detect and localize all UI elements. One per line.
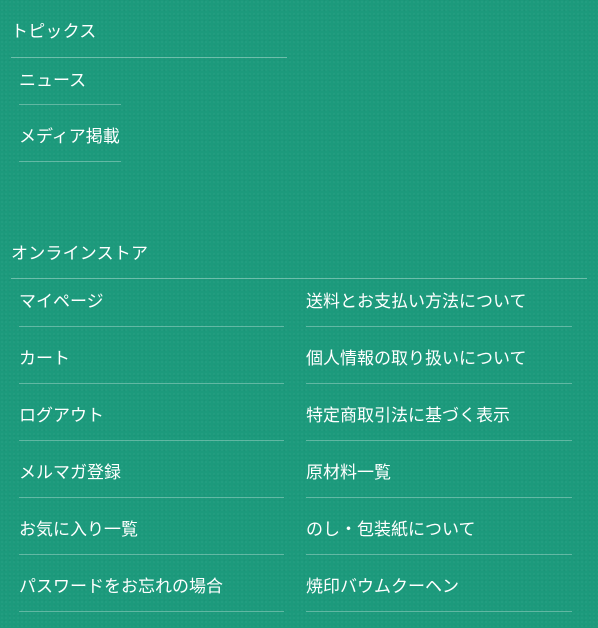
link-media[interactable]: メディア掲載 — [19, 127, 120, 147]
link-mypage[interactable]: マイページ — [19, 292, 104, 312]
link-logout-underline — [19, 440, 284, 441]
link-forgot-password[interactable]: パスワードをお忘れの場合 — [19, 577, 223, 597]
link-noshi-wrapping-underline — [306, 554, 572, 555]
link-newsletter-underline — [19, 497, 284, 498]
link-news[interactable]: ニュース — [19, 71, 86, 91]
link-newsletter[interactable]: メルマガ登録 — [19, 463, 121, 483]
link-noshi-wrapping[interactable]: のし・包装紙について — [306, 520, 476, 540]
link-privacy[interactable]: 個人情報の取り扱いについて — [306, 349, 527, 369]
link-shipping-payment-underline — [306, 326, 572, 327]
link-commercial-law[interactable]: 特定商取引法に基づく表示 — [306, 406, 510, 426]
link-cart[interactable]: カート — [19, 349, 70, 369]
link-forgot-password-underline — [19, 611, 284, 612]
link-cart-underline — [19, 383, 284, 384]
link-favorites-underline — [19, 554, 284, 555]
link-favorites[interactable]: お気に入り一覧 — [19, 520, 138, 540]
link-media-underline — [19, 161, 121, 162]
link-news-underline — [19, 104, 121, 105]
link-privacy-underline — [306, 383, 572, 384]
link-logout[interactable]: ログアウト — [19, 406, 104, 426]
topics-divider — [11, 57, 287, 58]
link-branded-baumkuchen-underline — [306, 611, 572, 612]
link-branded-baumkuchen[interactable]: 焼印バウムクーヘン — [306, 577, 459, 597]
link-ingredients-underline — [306, 497, 572, 498]
store-divider — [11, 278, 587, 279]
store-heading: オンラインストア — [11, 244, 149, 264]
link-shipping-payment[interactable]: 送料とお支払い方法について — [306, 292, 527, 312]
link-mypage-underline — [19, 326, 284, 327]
topics-heading: トピックス — [11, 22, 97, 42]
link-ingredients[interactable]: 原材料一覧 — [306, 463, 391, 483]
link-commercial-law-underline — [306, 440, 572, 441]
